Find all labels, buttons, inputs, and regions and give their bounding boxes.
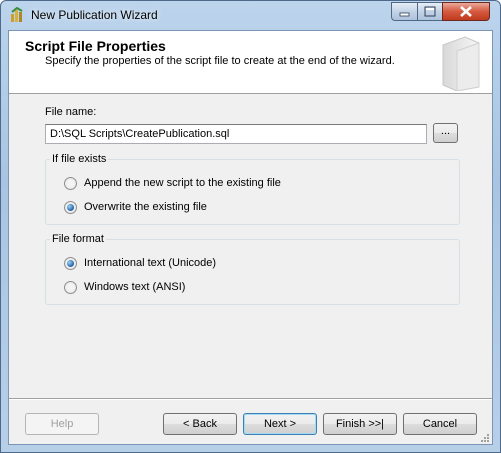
maximize-icon	[424, 6, 436, 17]
minimize-button[interactable]	[391, 2, 418, 21]
wizard-window: New Publication Wizard Script File Prope…	[0, 0, 501, 453]
maximize-button[interactable]	[417, 2, 443, 21]
close-icon	[460, 6, 472, 17]
resize-grip-icon[interactable]	[480, 433, 490, 443]
overwrite-radio[interactable]	[64, 201, 77, 214]
footer-divider	[9, 398, 492, 400]
window-title: New Publication Wizard	[31, 8, 158, 22]
file-format-title: File format	[50, 233, 106, 245]
file-format-group: File format	[45, 233, 460, 305]
unicode-radio[interactable]	[64, 257, 77, 270]
page-subtitle: Specify the properties of the script fil…	[45, 55, 395, 67]
append-label: Append the new script to the existing fi…	[84, 177, 281, 189]
overwrite-label: Overwrite the existing file	[84, 201, 207, 213]
browse-button[interactable]: ...	[433, 123, 458, 143]
title-bar[interactable]: New Publication Wizard	[1, 1, 500, 29]
ansi-radio[interactable]	[64, 281, 77, 294]
if-file-exists-group: If file exists	[45, 153, 460, 225]
cancel-button[interactable]: Cancel	[403, 413, 477, 435]
finish-button[interactable]: Finish >>|	[323, 413, 397, 435]
ansi-label: Windows text (ANSI)	[84, 281, 186, 293]
file-name-input[interactable]: D:\SQL Scripts\CreatePublication.sql	[45, 124, 427, 144]
next-button[interactable]: Next >	[243, 413, 317, 435]
unicode-label: International text (Unicode)	[84, 257, 217, 269]
wizard-client-area: Script File Properties Specify the prope…	[8, 30, 493, 445]
back-button[interactable]: < Back	[163, 413, 237, 435]
file-name-label: File name:	[45, 106, 97, 118]
minimize-icon	[399, 12, 410, 17]
if-file-exists-title: If file exists	[50, 153, 109, 165]
append-radio[interactable]	[64, 177, 77, 190]
app-icon	[11, 7, 23, 22]
wizard-header: Script File Properties Specify the prope…	[9, 31, 492, 94]
page-title: Script File Properties	[25, 38, 166, 54]
close-button[interactable]	[442, 2, 490, 21]
help-button[interactable]: Help	[25, 413, 99, 435]
script-book-icon	[442, 36, 480, 91]
